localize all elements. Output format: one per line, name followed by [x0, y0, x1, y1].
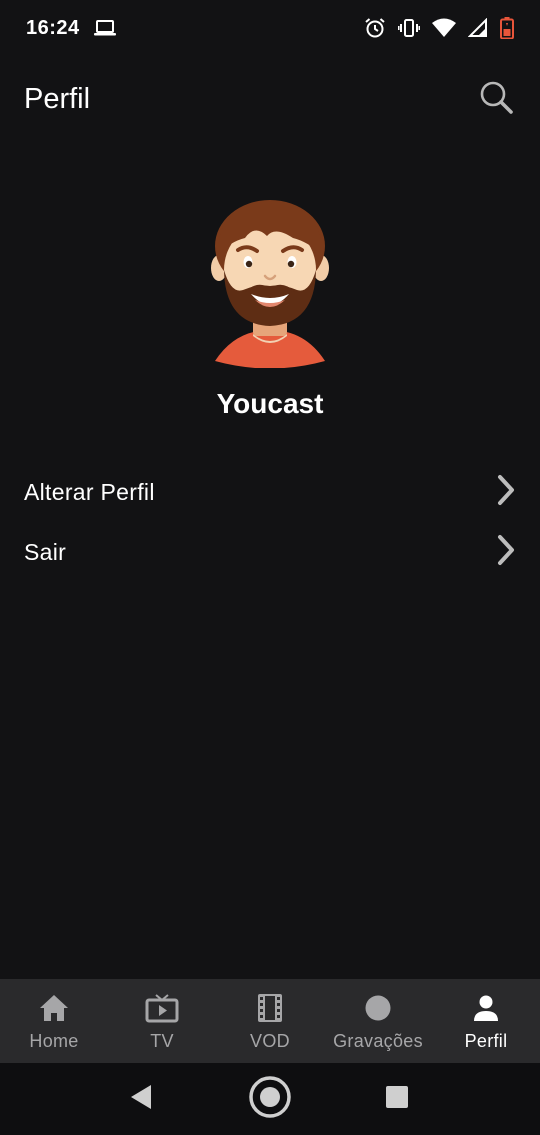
- status-bar: 16:24: [0, 0, 540, 56]
- vibrate-icon: [398, 18, 420, 38]
- nav-label: VOD: [250, 1030, 290, 1051]
- home-circle-icon: [248, 1075, 292, 1124]
- nav-item-gravacoes[interactable]: Gravações: [324, 979, 432, 1063]
- nav-label: TV: [150, 1030, 174, 1051]
- system-nav-bar: [0, 1063, 540, 1135]
- status-left: 16:24: [26, 17, 116, 40]
- profile-name: Youcast: [216, 388, 324, 419]
- bottom-nav: Home TV VOD Gravações Perfil: [0, 979, 540, 1063]
- chevron-right-icon: [496, 474, 516, 511]
- search-button[interactable]: [476, 79, 516, 119]
- back-icon: [129, 1084, 153, 1115]
- laptop-icon: [93, 19, 116, 37]
- search-icon: [479, 80, 513, 119]
- wifi-icon: [432, 18, 456, 38]
- recents-button[interactable]: [378, 1063, 416, 1135]
- avatar: [205, 198, 335, 369]
- menu-item-sair[interactable]: Sair: [0, 522, 540, 582]
- page-title: Perfil: [24, 82, 91, 115]
- chevron-right-icon: [496, 534, 516, 571]
- nav-label: Perfil: [464, 1030, 508, 1051]
- signal-icon: [468, 18, 488, 38]
- menu-item-alterar-perfil[interactable]: Alterar Perfil: [0, 462, 540, 522]
- menu-item-label: Alterar Perfil: [24, 478, 155, 505]
- person-icon: [472, 991, 500, 1025]
- profile-menu: Alterar Perfil Sair: [0, 462, 540, 582]
- status-time: 16:24: [26, 16, 80, 39]
- battery-low-icon: [500, 17, 514, 39]
- record-icon: [364, 991, 392, 1025]
- nav-item-vod[interactable]: VOD: [216, 979, 324, 1063]
- home-system-button[interactable]: [246, 1063, 294, 1135]
- film-icon: [256, 991, 284, 1025]
- home-icon: [38, 991, 70, 1025]
- tv-icon: [145, 991, 179, 1025]
- nav-item-tv[interactable]: TV: [108, 979, 216, 1063]
- nav-item-home[interactable]: Home: [0, 979, 108, 1063]
- status-right: [364, 17, 514, 39]
- nav-item-perfil[interactable]: Perfil: [432, 979, 540, 1063]
- nav-label: Gravações: [333, 1030, 423, 1051]
- alarm-icon: [364, 17, 386, 39]
- menu-item-label: Sair: [24, 538, 67, 565]
- back-button[interactable]: [118, 1063, 164, 1135]
- recents-icon: [385, 1085, 409, 1114]
- nav-label: Home: [29, 1030, 79, 1051]
- app-bar: Perfil: [0, 70, 540, 128]
